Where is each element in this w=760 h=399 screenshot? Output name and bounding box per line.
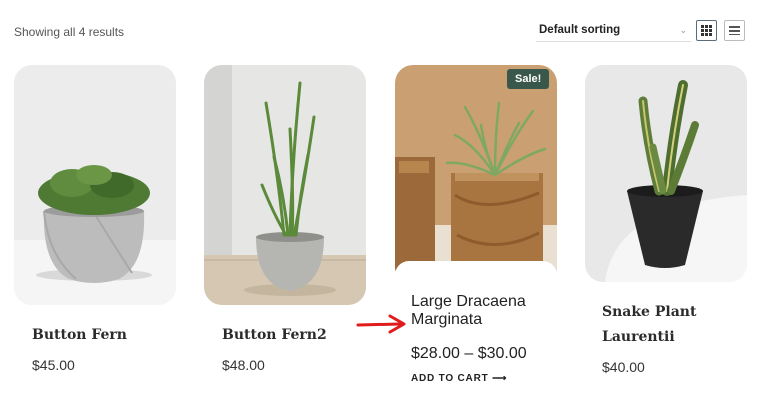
- product-price: $40.00: [602, 359, 645, 375]
- product-card[interactable]: Button Fern2 $48.00: [204, 65, 366, 373]
- product-title-line2: Laurentii: [602, 329, 675, 345]
- product-image-large-dracaena-marginata[interactable]: [395, 65, 557, 285]
- add-to-cart-button[interactable]: ADD TO CART ⟶: [411, 373, 507, 384]
- sorting-selected-label: Default sorting: [539, 24, 621, 36]
- product-title[interactable]: Button Fern: [32, 323, 176, 348]
- chevron-down-icon: ⌄: [679, 25, 687, 35]
- add-to-cart-label: ADD TO CART: [411, 373, 489, 384]
- annotation-arrow-icon: [356, 314, 406, 334]
- product-price: $45.00: [32, 357, 75, 373]
- product-title-line1: Snake Plant: [602, 304, 697, 320]
- product-title-line1: Large Dracaena: [411, 293, 526, 310]
- product-image-button-fern2[interactable]: [204, 65, 366, 305]
- list-view-button[interactable]: [724, 20, 745, 41]
- list-icon: [729, 26, 740, 35]
- product-price: $28.00 – $30.00: [411, 345, 527, 362]
- grid-icon: [701, 25, 712, 36]
- product-price: $48.00: [222, 357, 265, 373]
- product-image-button-fern[interactable]: [14, 65, 176, 305]
- product-card[interactable]: [395, 65, 557, 285]
- product-title[interactable]: Button Fern2: [222, 323, 366, 348]
- product-image-snake-plant-laurentii[interactable]: [585, 65, 747, 282]
- grid-view-button[interactable]: [696, 20, 717, 41]
- result-count: Showing all 4 results: [14, 25, 125, 39]
- product-card[interactable]: Snake Plant Laurentii $40.00: [585, 65, 747, 375]
- product-card[interactable]: Button Fern $45.00: [14, 65, 176, 373]
- sale-badge: Sale!: [507, 69, 550, 89]
- product-title-line2: Marginata: [411, 311, 483, 328]
- product-title[interactable]: Large Dracaena Marginata: [411, 293, 557, 329]
- sorting-select[interactable]: Default sorting ⌄: [536, 21, 691, 42]
- arrow-right-icon: ⟶: [492, 373, 508, 384]
- product-title[interactable]: Snake Plant Laurentii: [602, 300, 747, 350]
